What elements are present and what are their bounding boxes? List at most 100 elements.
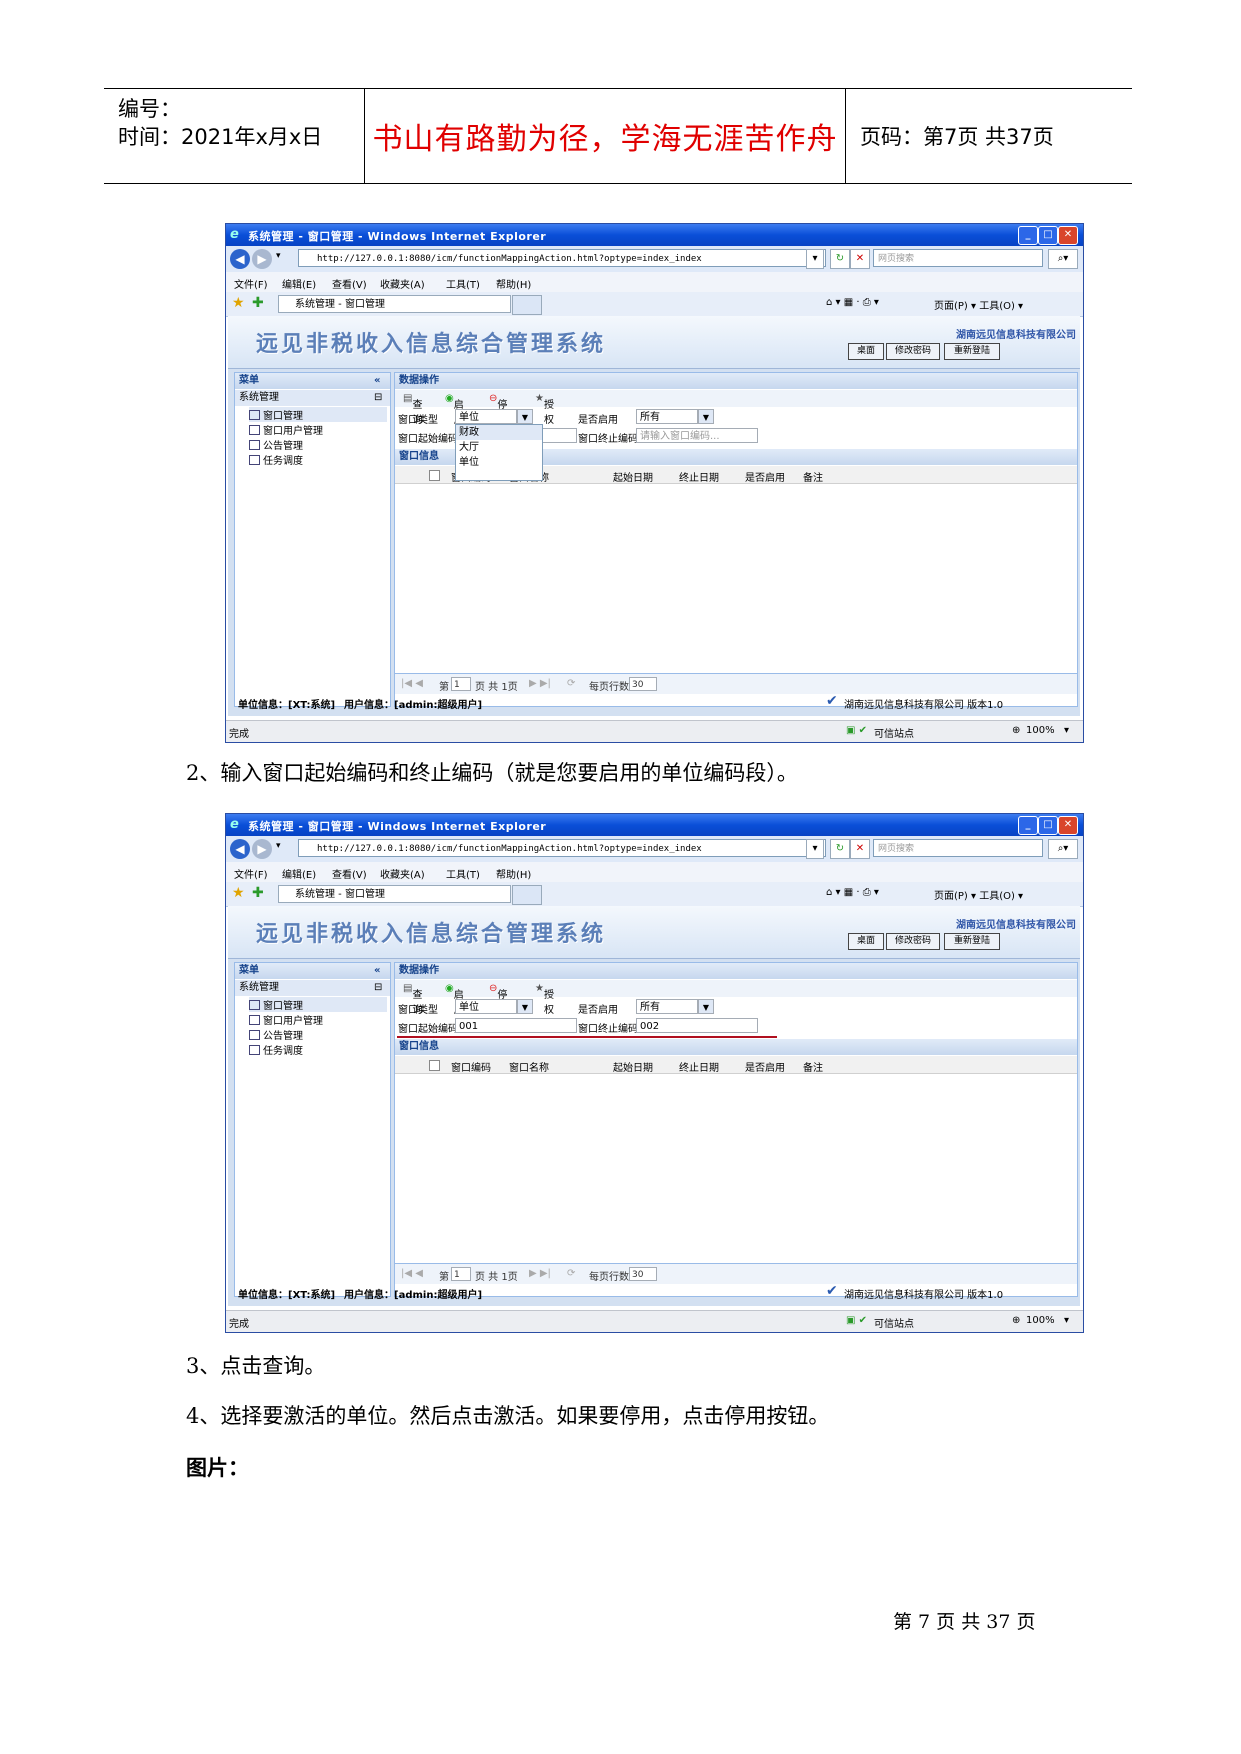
collapse-icon[interactable]: « [374,373,380,389]
toolbar-button[interactable]: ◉ 启用 [445,393,464,426]
zoom-level[interactable]: 100% [1026,1315,1055,1326]
menu-item[interactable]: 文件(F) [234,276,268,291]
rows-per-page-input[interactable]: 30 [629,1267,657,1281]
add-favorite-icon[interactable]: ✚ [252,295,264,311]
chevron-down-icon[interactable]: ▼ [698,409,714,424]
add-favorite-icon[interactable]: ✚ [252,885,264,901]
close-icon[interactable]: ✕ [1058,226,1078,245]
dropdown-option[interactable]: 单位 [456,455,542,470]
menu-item[interactable]: 查看(V) [332,866,367,881]
banner-button[interactable]: 修改密码 [886,343,940,360]
stop-icon[interactable]: ✕ [850,249,870,269]
column-header[interactable]: 备注 [803,1059,823,1074]
toolbar-button[interactable]: ★ 授权 [535,983,554,1016]
stop-icon[interactable]: ✕ [850,839,870,859]
enabled-select[interactable]: 所有 [636,409,698,424]
column-header[interactable]: 起始日期 [613,469,653,484]
chevron-down-icon[interactable]: ▼ [517,999,533,1014]
column-header[interactable]: 是否启用 [745,469,785,484]
menu-item[interactable]: 文件(F) [234,866,268,881]
sidebar-item[interactable]: 任务调度 [249,452,303,467]
zoom-dropdown-icon[interactable]: ▾ [1064,1315,1069,1326]
history-dropdown-icon[interactable]: ▾ [276,841,281,851]
history-dropdown-icon[interactable]: ▾ [276,251,281,261]
first-page-icon[interactable]: |◀ ◀ [401,678,423,689]
menu-item[interactable]: 帮助(H) [496,866,531,881]
menu-item[interactable]: 查看(V) [332,276,367,291]
menu-item[interactable]: 帮助(H) [496,276,531,291]
maximize-icon[interactable]: □ [1038,226,1058,245]
refresh-grid-icon[interactable]: ⟳ [567,1268,575,1279]
sidebar-group[interactable]: 系统管理 ⊟ [235,980,390,996]
group-toggle-icon[interactable]: ⊟ [374,390,382,406]
sidebar-item[interactable]: 公告管理 [249,437,303,452]
zoom-icon[interactable]: ⊕ [1012,725,1020,736]
home-icon[interactable]: ⌂ ▾ ▦ · ⎙ ▾ [826,887,879,898]
search-input[interactable]: 网页搜索 [873,839,1043,857]
toolbar-button[interactable]: ◉ 启用 [445,983,464,1016]
chevron-down-icon[interactable]: ▼ [517,409,533,424]
page-number-input[interactable]: 1 [451,677,471,691]
rows-per-page-input[interactable]: 30 [629,677,657,691]
sidebar-group[interactable]: 系统管理 ⊟ [235,390,390,406]
menu-item[interactable]: 收藏夹(A) [380,866,425,881]
menu-item[interactable]: 编辑(E) [282,866,316,881]
page-tools-menu[interactable]: 页面(P) ▾ 工具(O) ▾ [934,887,1023,902]
type-select[interactable]: 单位 [455,409,517,424]
close-icon[interactable]: ✕ [1058,816,1078,835]
column-header[interactable]: 终止日期 [679,469,719,484]
enabled-select[interactable]: 所有 [636,999,698,1014]
page-number-input[interactable]: 1 [451,1267,471,1281]
banner-button[interactable]: 桌面 [848,933,884,950]
forward-icon[interactable]: ▶ [252,249,272,269]
new-tab[interactable] [512,295,542,315]
browser-tab[interactable]: 系统管理 - 窗口管理 [278,885,511,903]
column-header[interactable]: 窗口编码 [451,1059,491,1074]
end-code-input[interactable]: 请输入窗口编码... [636,428,758,443]
select-all-checkbox[interactable] [429,1060,440,1071]
minimize-icon[interactable]: _ [1018,816,1038,835]
sidebar-item[interactable]: 任务调度 [249,1042,303,1057]
next-page-icon[interactable]: ▶ ▶| [529,678,551,689]
minimize-icon[interactable]: _ [1018,226,1038,245]
zoom-dropdown-icon[interactable]: ▾ [1064,725,1069,736]
favorites-star-icon[interactable]: ★ [232,295,245,311]
chevron-down-icon[interactable]: ▼ [698,999,714,1014]
menu-item[interactable]: 工具(T) [446,276,480,291]
menu-item[interactable]: 工具(T) [446,866,480,881]
new-tab[interactable] [512,885,542,905]
dropdown-option[interactable]: 大厅 [456,440,542,455]
toolbar-button[interactable]: ⊖ 停用 [489,393,507,426]
url-input[interactable]: http://127.0.0.1:8080/icm/functionMappin… [298,839,826,857]
group-toggle-icon[interactable]: ⊟ [374,980,382,996]
sidebar-item[interactable]: 窗口管理 [249,407,387,422]
first-page-icon[interactable]: |◀ ◀ [401,1268,423,1279]
collapse-icon[interactable]: « [374,963,380,979]
sidebar-item[interactable]: 公告管理 [249,1027,303,1042]
column-header[interactable]: 是否启用 [745,1059,785,1074]
banner-button[interactable]: 修改密码 [886,933,940,950]
banner-button[interactable]: 重新登陆 [944,343,1000,360]
dropdown-option[interactable]: 财政 [456,425,542,440]
sidebar-item[interactable]: 窗口用户管理 [249,422,323,437]
toolbar-button[interactable]: ▤ 查询 [403,393,422,426]
forward-icon[interactable]: ▶ [252,839,272,859]
toolbar-button[interactable]: ▤ 查询 [403,983,422,1016]
favorites-star-icon[interactable]: ★ [232,885,245,901]
back-icon[interactable]: ◀ [230,839,250,859]
sidebar-item[interactable]: 窗口用户管理 [249,1012,323,1027]
sidebar-item[interactable]: 窗口管理 [249,997,387,1012]
menu-item[interactable]: 编辑(E) [282,276,316,291]
column-header[interactable]: 窗口名称 [509,1059,549,1074]
banner-button[interactable]: 桌面 [848,343,884,360]
toolbar-button[interactable]: ⊖ 停用 [489,983,507,1016]
url-dropdown-icon[interactable]: ▾ [806,249,824,269]
maximize-icon[interactable]: □ [1038,816,1058,835]
back-icon[interactable]: ◀ [230,249,250,269]
menu-item[interactable]: 收藏夹(A) [380,276,425,291]
zoom-icon[interactable]: ⊕ [1012,1315,1020,1326]
column-header[interactable]: 备注 [803,469,823,484]
banner-button[interactable]: 重新登陆 [944,933,1000,950]
refresh-icon[interactable]: ↻ [830,839,850,859]
refresh-icon[interactable]: ↻ [830,249,850,269]
